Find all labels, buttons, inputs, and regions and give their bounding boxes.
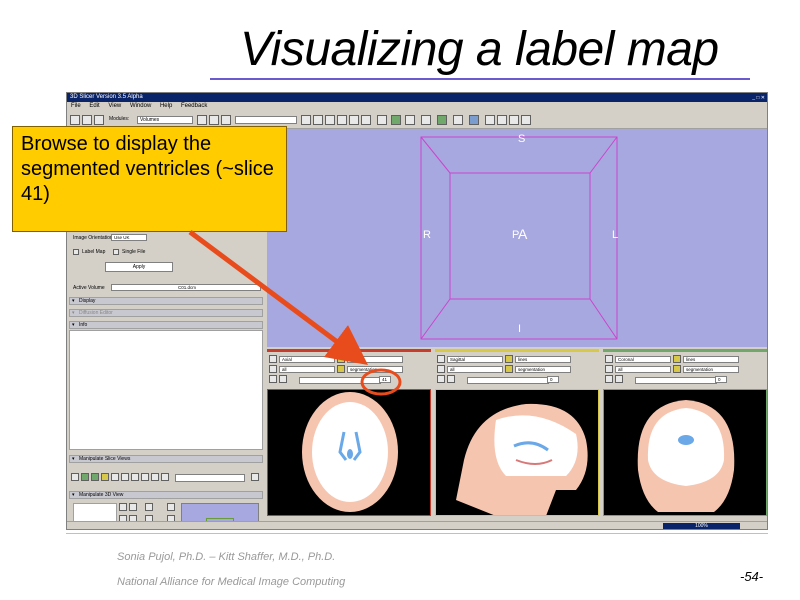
footer-organization: National Alliance for Medical Image Comp… [117, 576, 346, 588]
slice-value-highlight-ring [360, 368, 402, 396]
annotation-overlay [188, 229, 402, 396]
page-number: -54- [740, 569, 764, 584]
pointer-arrow [188, 229, 369, 365]
footer-authors: Sonia Pujol, Ph.D. – Kitt Shaffer, M.D.,… [117, 551, 336, 563]
